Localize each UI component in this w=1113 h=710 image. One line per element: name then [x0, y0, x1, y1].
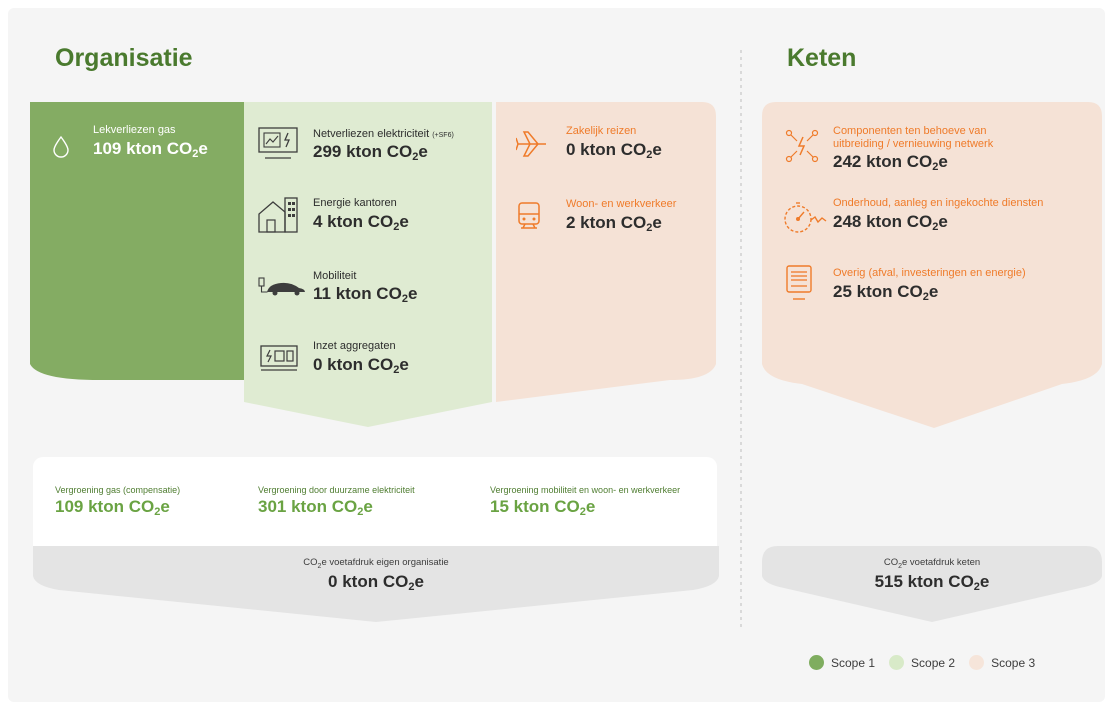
legend-scope3: Scope 3	[969, 655, 1035, 670]
footprint-keten: CO2e voetafdruk keten 515 kton CO2e	[762, 557, 1102, 593]
footprint-keten-value: 515 kton CO2e	[874, 571, 990, 593]
vergroening-label: Vergroening door duurzame elektriciteit	[258, 485, 415, 495]
item-label: Netverliezen elektriciteit (+SF6)	[313, 128, 454, 140]
vergroening-elektriciteit: Vergroening door duurzame elektriciteit …	[258, 485, 415, 518]
vergroening-mobiliteit: Vergroening mobiliteit en woon- en werkv…	[490, 485, 680, 518]
section-title-organisatie: Organisatie	[55, 44, 193, 72]
other-waste-icon	[784, 264, 814, 302]
footprint-org-value: 0 kton CO2e	[328, 571, 424, 593]
item-label: Mobiliteit	[313, 270, 357, 282]
components-network-icon	[784, 129, 820, 163]
drop-icon	[52, 136, 70, 158]
item-value: 248 kton CO2e	[833, 212, 948, 233]
item-value: 109 kton CO2e	[93, 139, 208, 160]
item-value: 4 kton CO2e	[313, 212, 409, 233]
item-value: 242 kton CO2e	[833, 152, 948, 173]
item-value: 299 kton CO2e	[313, 142, 428, 163]
vergroening-label: Vergroening gas (compensatie)	[55, 485, 181, 495]
section-divider	[740, 50, 742, 630]
item-value: 11 kton CO2e	[313, 284, 418, 305]
item-value: 0 kton CO2e	[566, 140, 662, 161]
legend-dot-scope2	[889, 655, 905, 670]
legend: Scope 1 Scope 2 Scope 3	[795, 655, 1035, 670]
vergroening-label: Vergroening mobiliteit en woon- en werkv…	[490, 485, 681, 495]
generator-icon	[259, 344, 299, 372]
maintenance-icon	[780, 200, 828, 236]
item-label: Componenten ten behoeve van uitbreiding /…	[833, 125, 994, 150]
grid-loss-icon	[257, 127, 299, 161]
office-building-icon	[257, 194, 299, 234]
legend-dot-scope1	[809, 655, 824, 670]
item-label: Onderhoud, aanleg en ingekochte diensten	[833, 197, 1044, 209]
legend-label: Scope 1	[831, 655, 876, 670]
item-label: Overig (afval, investeringen en energie)	[833, 267, 1026, 279]
footprint-keten-label: CO2e voetafdruk keten	[883, 557, 981, 570]
train-icon	[516, 201, 542, 231]
item-label: Zakelijk reizen	[566, 125, 637, 137]
legend-label: Scope 3	[991, 655, 1036, 670]
item-label: Energie kantoren	[313, 197, 397, 209]
vergroening-gas: Vergroening gas (compensatie) 109 kton C…	[55, 485, 180, 518]
item-value: 0 kton CO2e	[313, 355, 409, 376]
item-value: 25 kton CO2e	[833, 282, 939, 303]
vergroening-value: 15 kton CO2e	[490, 497, 596, 518]
legend-scope1: Scope 1	[809, 655, 875, 670]
item-label: Woon- en werkverkeer	[566, 198, 677, 210]
vergroening-value: 301 kton CO2e	[258, 497, 373, 518]
electric-car-icon	[257, 276, 307, 298]
legend-dot-scope3	[969, 655, 985, 670]
vergroening-value: 109 kton CO2e	[55, 497, 170, 518]
legend-scope2: Scope 2	[889, 655, 955, 670]
footprint-org-label: CO2e voetafdruk eigen organisatie	[303, 557, 449, 570]
footprint-org: CO2e voetafdruk eigen organisatie 0 kton…	[33, 557, 719, 593]
airplane-icon	[516, 130, 550, 158]
item-label: Inzet aggregaten	[313, 340, 396, 352]
item-value: 2 kton CO2e	[566, 213, 662, 234]
legend-label: Scope 2	[911, 655, 956, 670]
item-label: Lekverliezen gas	[93, 124, 176, 136]
section-title-keten: Keten	[787, 44, 857, 72]
